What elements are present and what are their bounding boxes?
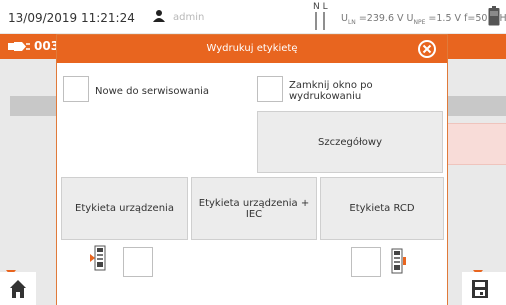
close-icon[interactable] — [417, 39, 437, 59]
phase-label: N L — [313, 2, 328, 12]
device-label-button[interactable]: Etykieta urządzenia — [61, 177, 188, 240]
new-for-service-checkbox[interactable] — [63, 76, 89, 102]
detailed-button-label: Szczegółowy — [317, 136, 383, 148]
close-after-print-label: Zamknij okno po wydrukowaniu — [289, 80, 373, 102]
measurement-readout: ULN =239.6 V UNPE =1.5 V f=50.0 Hz — [341, 13, 506, 26]
user-name: admin — [173, 12, 205, 23]
rcd-label-button[interactable]: Etykieta RCD — [320, 177, 444, 240]
print-label-dialog: Wydrukuj etykietę Nowe do serwisowania Z… — [56, 34, 448, 305]
device-label-text: Etykieta urządzenia — [75, 203, 174, 214]
label-printer-right-icon — [391, 248, 406, 274]
user-icon — [153, 10, 165, 22]
rcd-label-text: Etykieta RCD — [349, 203, 415, 214]
label-printer-left-icon — [90, 245, 106, 271]
device-iec-label-text: Etykieta urządzenia + IEC — [198, 197, 310, 220]
dialog-header: Wydrukuj etykietę — [57, 35, 447, 63]
datetime: 13/09/2019 11:21:24 — [8, 11, 135, 25]
rcd-label-option-checkbox[interactable] — [351, 247, 381, 277]
device-label-option-checkbox[interactable] — [123, 247, 153, 277]
save-icon — [472, 280, 488, 298]
save-button[interactable] — [462, 272, 506, 305]
status-bar: 13/09/2019 11:21:24 admin N L ULN =239.6… — [0, 0, 506, 33]
close-after-print-checkbox[interactable] — [257, 76, 283, 102]
device-iec-label-button[interactable]: Etykieta urządzenia + IEC — [191, 177, 317, 240]
battery-icon — [488, 6, 500, 26]
new-for-service-label: Nowe do serwisowania — [95, 86, 210, 97]
phase-lines-icon — [315, 12, 325, 30]
background-highlight — [440, 123, 506, 165]
detailed-button[interactable]: Szczegółowy — [257, 111, 443, 173]
home-icon — [10, 280, 26, 298]
plug-icon — [8, 42, 30, 51]
dialog-title: Wydrukuj etykietę — [206, 43, 298, 54]
home-button[interactable] — [0, 272, 36, 305]
